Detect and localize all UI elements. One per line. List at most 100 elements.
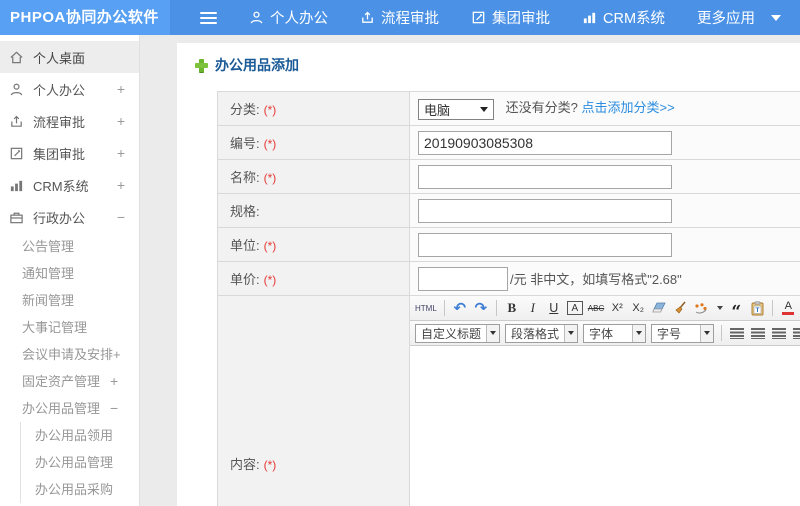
paste-icon[interactable]: T — [749, 299, 765, 317]
undo-icon[interactable]: ↶ — [452, 299, 468, 317]
topnav-crm[interactable]: CRM系统 — [582, 7, 665, 28]
caret-down-icon — [771, 14, 782, 21]
font-color-icon[interactable]: A — [780, 299, 796, 317]
expand-icon[interactable]: + — [110, 373, 118, 389]
supplies-add-form: 分类:(*) 电脑 还没有分类? 点击添加分类>> 编号:(*) 名称:(*) — [217, 91, 800, 506]
price-suffix: /元 非中文，如填写格式"2.68" — [510, 271, 682, 287]
align-center-icon[interactable] — [750, 324, 766, 342]
sidebar-item-personal-office[interactable]: 个人办公 + — [0, 73, 139, 105]
sidebar-item-fixed-assets[interactable]: 固定资产管理 + — [0, 368, 139, 395]
superscript-icon[interactable]: X² — [609, 299, 625, 317]
topnav-group-approval[interactable]: 集团审批 — [471, 7, 550, 28]
sidebar-item-admin-office[interactable]: 行政办公 − — [0, 201, 139, 233]
expand-icon[interactable]: + — [117, 177, 125, 193]
edit-icon — [471, 10, 486, 25]
add-plus-icon — [195, 58, 208, 72]
clean-broom-icon[interactable] — [672, 299, 688, 317]
required-mark: (*) — [263, 458, 277, 472]
spec-input[interactable] — [418, 198, 672, 223]
main-area: 办公用品添加 分类: (*) 电脑 还没有分类? 点击添加分类>> 编号: (*) … — [140, 35, 800, 506]
sidebar-item-desktop[interactable]: 个人桌面 — [0, 41, 139, 73]
name-input[interactable] — [418, 164, 672, 189]
content-label: 内容: — [230, 457, 260, 472]
process-icon — [360, 10, 375, 25]
app-header: PHPOA协同办公软件 个人办公 流程审批 集团审批 CRM系统 更多应用 — [0, 0, 800, 35]
code-label: 编号: — [230, 136, 260, 151]
format-painter-icon[interactable] — [693, 299, 709, 317]
dropdown-caret-icon — [632, 324, 646, 342]
underline-icon[interactable]: U — [546, 299, 562, 317]
expand-icon[interactable]: + — [117, 113, 125, 129]
align-right-icon[interactable] — [771, 324, 787, 342]
add-category-link[interactable]: 点击添加分类>> — [581, 100, 674, 115]
topnav-more-apps[interactable]: 更多应用 — [697, 7, 782, 28]
price-label: 单价: — [230, 272, 260, 287]
italic-icon[interactable]: I — [525, 299, 541, 317]
font-size-dropdown[interactable]: 字号 — [651, 323, 715, 343]
subscript-icon[interactable]: X₂ — [630, 299, 646, 317]
sidebar: 个人桌面 个人办公 + 流程审批 + 集团审批 + CRM系统 + 行政办公 − — [0, 35, 140, 506]
sidebar-item-supplies-management[interactable]: 办公用品管理 — [21, 449, 139, 476]
unit-label: 单位: — [230, 238, 260, 253]
rich-text-editor: HTML ↶ ↷ B I U A ABC X² X₂ “ T A 自定义标题 段… — [410, 296, 800, 506]
eraser-icon[interactable] — [651, 299, 667, 317]
user-icon — [249, 10, 264, 25]
sidebar-item-supplies-requisition[interactable]: 办公用品领用 — [21, 422, 139, 449]
dropdown-caret-icon — [564, 324, 578, 342]
redo-icon[interactable]: ↷ — [473, 299, 489, 317]
name-label: 名称: — [230, 170, 260, 185]
form-row-spec: 规格: — [217, 193, 800, 228]
sidebar-item-group-approval[interactable]: 集团审批 + — [0, 137, 139, 169]
topnav-personal-office[interactable]: 个人办公 — [249, 7, 328, 28]
form-row-unit: 单位: (*) — [217, 227, 800, 262]
briefcase-icon — [10, 212, 23, 223]
chart-icon — [582, 10, 597, 25]
sidebar-item-announcements[interactable]: 公告管理 — [0, 233, 139, 260]
sidebar-item-meetings[interactable]: 会议申请及安排+ — [0, 341, 139, 368]
dropdown-caret-icon — [700, 324, 714, 342]
paragraph-format-dropdown[interactable]: 段落格式 — [505, 323, 579, 343]
topnav-process-approval[interactable]: 流程审批 — [360, 7, 439, 28]
spec-label: 规格: — [230, 204, 260, 219]
required-mark: (*) — [263, 239, 277, 253]
editor-content-area[interactable] — [410, 346, 800, 506]
category-select[interactable]: 电脑 — [418, 98, 494, 120]
bold-icon[interactable]: B — [504, 299, 520, 317]
sidebar-item-news[interactable]: 新闻管理 — [0, 287, 139, 314]
price-input[interactable] — [418, 266, 508, 291]
sidebar-item-office-supplies[interactable]: 办公用品管理 − — [0, 395, 139, 422]
editor-toolbar-row2: 自定义标题 段落格式 字体 字号 ∞ — [410, 321, 800, 346]
editor-toolbar-row1: HTML ↶ ↷ B I U A ABC X² X₂ “ T A — [410, 296, 800, 321]
page-title-row: 办公用品添加 — [187, 55, 800, 75]
collapse-icon[interactable]: − — [117, 209, 125, 225]
sidebar-item-supplies-purchase[interactable]: 办公用品采购 — [21, 476, 139, 503]
font-family-dropdown[interactable]: 字体 — [583, 323, 647, 343]
custom-title-dropdown[interactable]: 自定义标题 — [415, 323, 501, 343]
sidebar-item-process-approval[interactable]: 流程审批 + — [0, 105, 139, 137]
sidebar-item-events[interactable]: 大事记管理 — [0, 314, 139, 341]
code-input[interactable] — [418, 130, 672, 155]
chart-icon — [10, 180, 23, 191]
align-justify-icon[interactable] — [792, 324, 800, 342]
form-row-code: 编号: (*) — [217, 125, 800, 160]
required-mark: (*) — [263, 273, 277, 287]
sidebar-item-notifications[interactable]: 通知管理 — [0, 260, 139, 287]
collapse-icon[interactable]: − — [110, 400, 118, 416]
required-mark: (*) — [263, 103, 277, 117]
unit-input[interactable] — [418, 232, 672, 257]
source-icon[interactable]: HTML — [415, 299, 437, 317]
expand-icon[interactable]: + — [117, 145, 125, 161]
form-row-name: 名称: (*) — [217, 159, 800, 194]
required-mark: (*) — [263, 171, 277, 185]
hamburger-icon[interactable] — [200, 11, 217, 24]
autotypeset-icon[interactable]: A — [566, 301, 583, 315]
blockquote-icon[interactable]: “ — [728, 299, 744, 321]
form-row-price: 单价: (*) /元 非中文，如填写格式"2.68" — [217, 261, 800, 296]
strikethrough-icon[interactable]: ABC — [588, 299, 604, 317]
expand-icon[interactable]: + — [117, 81, 125, 97]
supplies-submenu: 办公用品领用 办公用品管理 办公用品采购 — [20, 422, 139, 503]
svg-text:T: T — [755, 307, 759, 314]
sidebar-item-crm[interactable]: CRM系统 + — [0, 169, 139, 201]
align-left-icon[interactable] — [729, 324, 745, 342]
dropdown-caret-icon[interactable] — [717, 306, 724, 310]
